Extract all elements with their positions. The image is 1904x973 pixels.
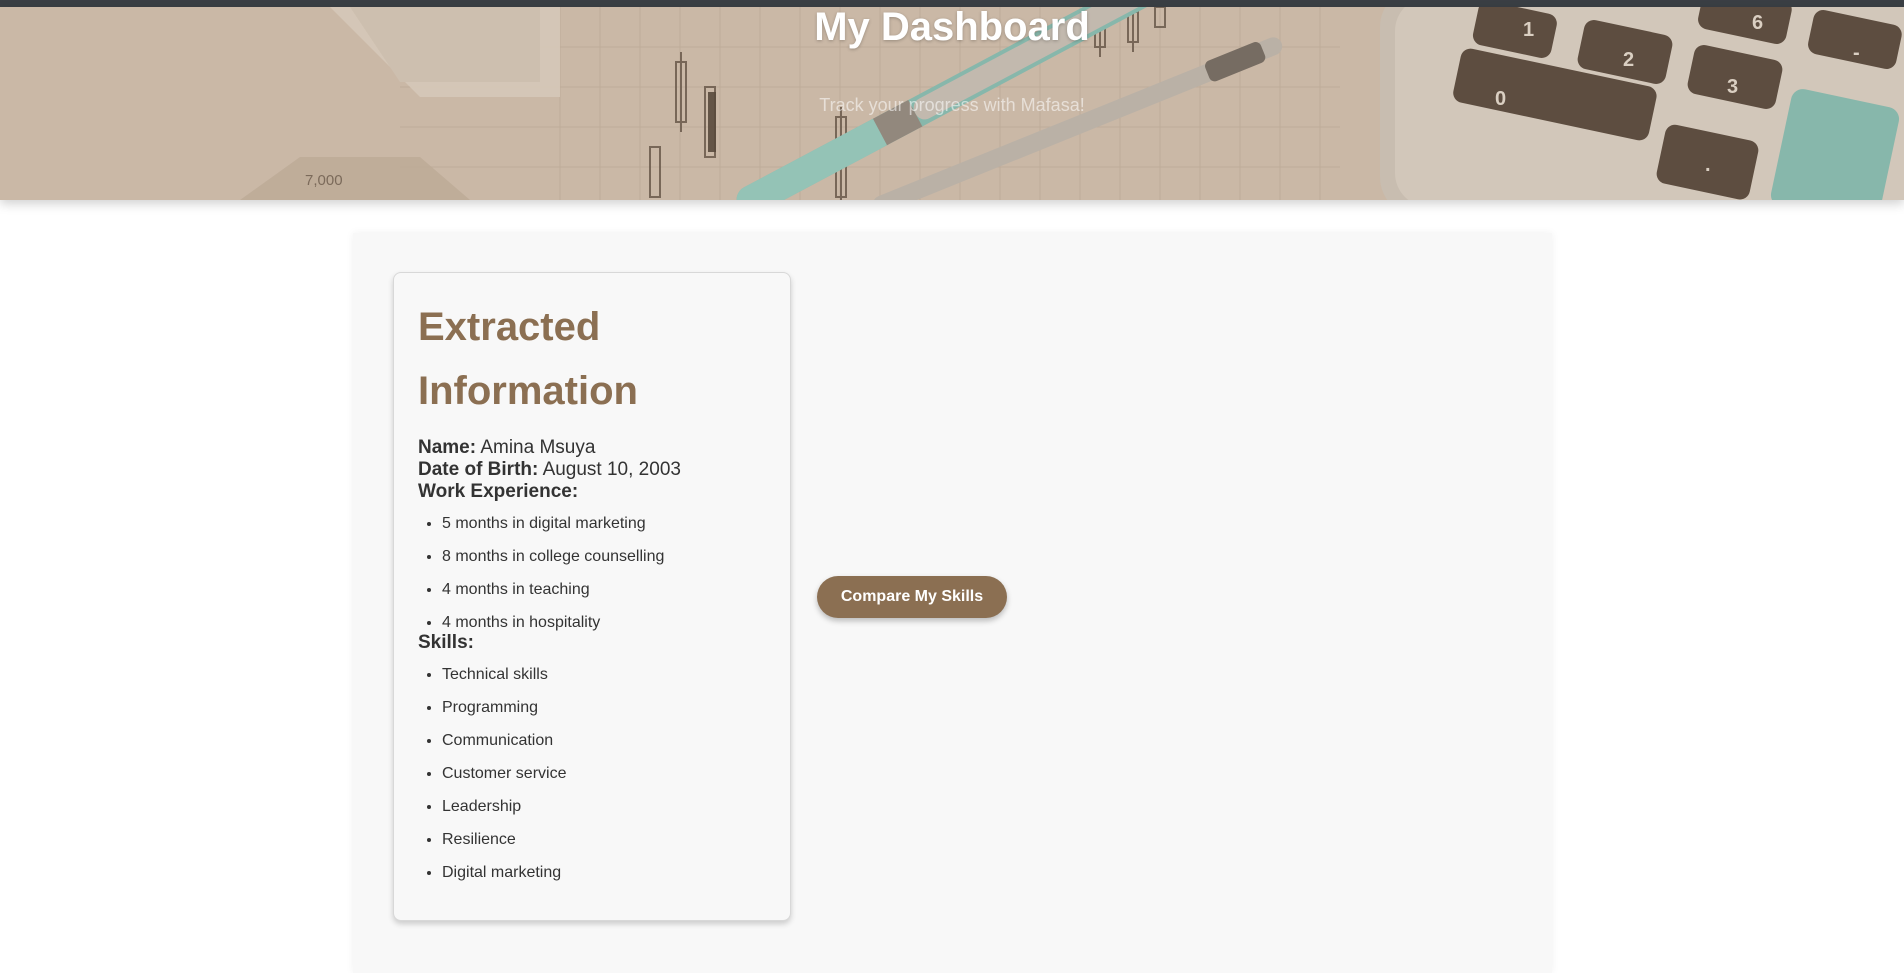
skill-item: Customer service <box>442 764 766 786</box>
name-label: Name: <box>418 437 477 458</box>
name-field: Name: Amina Msuya <box>418 437 766 459</box>
skills-list: Technical skills Programming Communicati… <box>418 665 766 882</box>
card-title: Extracted Information <box>418 305 638 413</box>
extracted-information-card: Extracted Information Name: Amina Msuya … <box>393 272 791 921</box>
work-experience-heading: Work Experience: <box>418 481 579 502</box>
work-experience-item: 4 months in teaching <box>442 580 766 602</box>
date-of-birth-field: Date of Birth: August 10, 2003 <box>418 459 766 481</box>
name-value: Amina Msuya <box>480 437 596 458</box>
page-subtitle: Track your progress with Mafasa! <box>819 95 1085 115</box>
skill-item: Resilience <box>442 830 766 852</box>
date-of-birth-value: August 10, 2003 <box>542 459 681 480</box>
page-title: My Dashboard <box>814 7 1090 49</box>
top-bar <box>0 0 1904 7</box>
work-experience-list: 5 months in digital marketing 8 months i… <box>418 514 766 632</box>
skill-item: Leadership <box>442 797 766 819</box>
work-experience-item: 4 months in hospitality <box>442 613 766 632</box>
dashboard-header: 7,000 0 1 2 3 6 - . My Dashboard Track y… <box>0 7 1904 200</box>
skill-item: Digital marketing <box>442 863 766 882</box>
date-of-birth-label: Date of Birth: <box>418 459 539 480</box>
work-experience-item: 8 months in college counselling <box>442 547 766 569</box>
work-experience-item: 5 months in digital marketing <box>442 514 766 536</box>
compare-my-skills-button[interactable]: Compare My Skills <box>817 576 1007 618</box>
skills-heading: Skills: <box>418 632 474 653</box>
skill-item: Technical skills <box>442 665 766 687</box>
skill-item: Communication <box>442 731 766 753</box>
skill-item: Programming <box>442 698 766 720</box>
